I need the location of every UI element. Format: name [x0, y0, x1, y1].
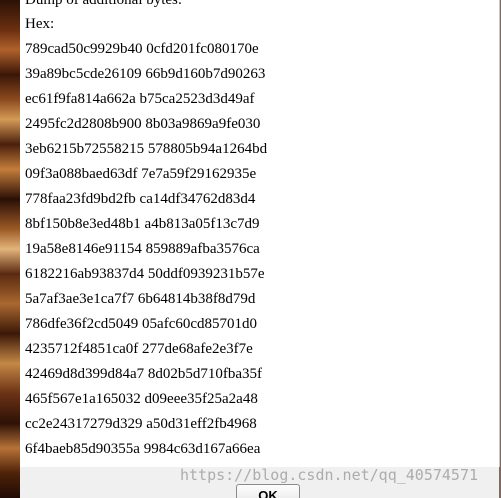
background-image [0, 0, 20, 498]
watermark: https://blog.csdn.net/qq_40574571 [180, 466, 479, 484]
hex-line: 786dfe36f2cd5049 05afc60cd85701d0 [25, 316, 258, 332]
hex-line: 6f4baeb85d90355a 9984c63d167a66ea [25, 441, 261, 457]
dump-heading: Dump of additional bytes: [25, 0, 183, 8]
hex-line: 465f567e1a165032 d09eee35f25a2a48 [25, 391, 258, 407]
ok-button[interactable]: OK [236, 484, 300, 498]
hex-label: Hex: [25, 16, 55, 32]
hex-line: 3eb6215b72558215 578805b94a1264bd [25, 141, 268, 157]
hex-line: 4235712f4851ca0f 277de68afe2e3f7e [25, 341, 253, 357]
screen: Dump of additional bytes: Hex: 789cad50c… [0, 0, 501, 498]
hex-line: 42469d8d399d84a7 8d02b5d710fba35f [25, 366, 263, 382]
hex-line: 8bf150b8e3ed48b1 a4b813a05f13c7d9 [25, 216, 260, 232]
hex-line: 39a89bc5cde26109 66b9d160b7d90263 [25, 66, 266, 82]
hex-line: ec61f9fa814a662a b75ca2523d3d49af [25, 91, 255, 107]
hex-line: cc2e24317279d329 a50d31eff2fb4968 [25, 416, 257, 432]
hex-line: 19a58e8146e91154 859889afba3576ca [25, 241, 260, 257]
hex-line: 5a7af3ae3e1ca7f7 6b64814b38f8d79d [25, 291, 256, 307]
hex-line: 778faa23fd9bd2fb ca14df34762d83d4 [25, 191, 256, 207]
message-text-area[interactable]: Dump of additional bytes: Hex: 789cad50c… [20, 0, 500, 467]
hex-line: 6182216ab93837d4 50ddf0939231b57e [25, 266, 265, 282]
hex-line: 09f3a088baed63df 7e7a59f29162935e [25, 166, 257, 182]
hex-line: 2495fc2d2808b900 8b03a9869a9fe030 [25, 116, 261, 132]
hex-line: 789cad50c9929b40 0cfd201fc080170e [25, 41, 259, 57]
